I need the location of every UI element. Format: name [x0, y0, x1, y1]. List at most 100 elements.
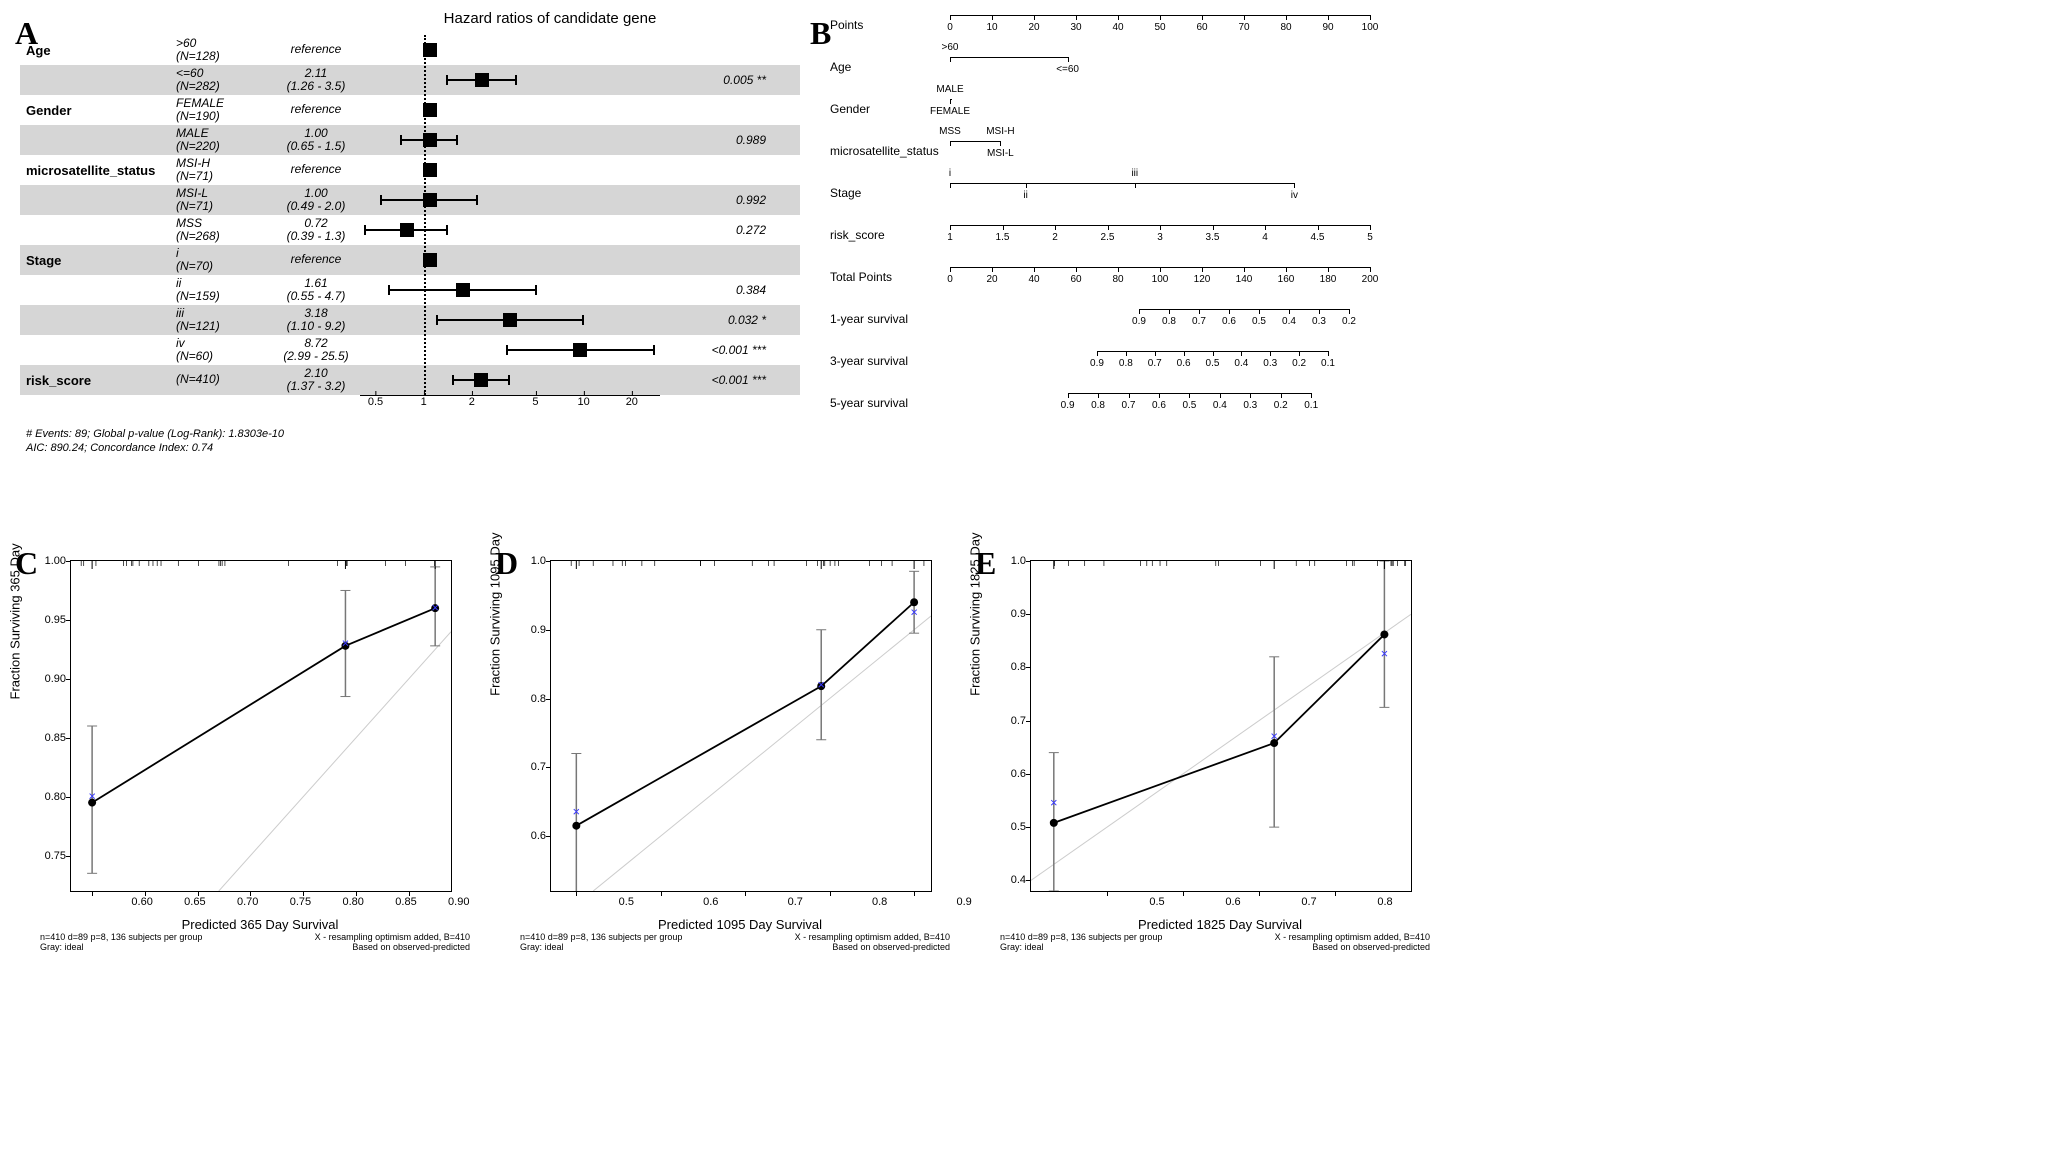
cal-ytick-label: 0.7: [1011, 715, 1026, 727]
nomogram-tick-label: 30: [1070, 22, 1081, 33]
cal-ytick-label: 0.9: [531, 624, 546, 636]
nomogram-tick-label: 0.6: [1177, 358, 1191, 369]
nomogram-row: Stageiiiiiiiv: [830, 178, 1390, 208]
nomogram-tick: [1169, 309, 1170, 314]
nomogram-cat-label: <=60: [1056, 64, 1079, 75]
nomogram-tick: [1294, 183, 1295, 188]
nomogram-tick-label: 2: [1052, 232, 1058, 243]
forest-plot-cell: [366, 335, 666, 365]
forest-footer-1: # Events: 89; Global p-value (Log-Rank):…: [20, 428, 800, 440]
forest-hr: 8.72(2.99 - 25.5): [266, 337, 366, 363]
cal-ytick-label: 0.75: [45, 850, 66, 862]
nomogram-tick-label: 0.4: [1213, 400, 1227, 411]
cal-ytick-label: 0.95: [45, 614, 66, 626]
nomogram-tick-label: 0.9: [1090, 358, 1104, 369]
cal-xtick-label: 0.60: [131, 896, 152, 908]
forest-row: risk_score (N=410) 2.10(1.37 - 3.2) <0.0…: [20, 365, 800, 395]
cal-svg: ×××: [551, 561, 931, 891]
cal-footer-right: X - resampling optimism added, B=410 Bas…: [795, 932, 950, 952]
forest-axis-tick: 10: [578, 396, 590, 408]
svg-text:×: ×: [573, 804, 581, 819]
nomogram-tick-label: 2.5: [1101, 232, 1115, 243]
nomogram-tick: [1328, 351, 1329, 356]
cal-ytick: [546, 836, 551, 837]
nomogram-tick-label: 0.3: [1312, 316, 1326, 327]
cal-xtick-label: 0.6: [703, 896, 718, 908]
cal-xlabel: Predicted 1095 Day Survival: [550, 917, 930, 932]
cal-ytick: [546, 767, 551, 768]
nomogram-tick: [1139, 309, 1140, 314]
nomogram-tick: [1068, 57, 1069, 62]
forest-row: iii(N=121) 3.18(1.10 - 9.2) 0.032 *: [20, 305, 800, 335]
nomogram-tick: [1160, 15, 1161, 20]
nomogram-tick: [1259, 309, 1260, 314]
cal-xtick: [914, 891, 915, 896]
nomogram-cat-label: ii: [1023, 190, 1027, 201]
nomogram-tick-label: 100: [1362, 22, 1379, 33]
nomogram-tick-label: 5: [1367, 232, 1373, 243]
cal-xtick: [356, 891, 357, 896]
nomogram-tick-label: 60: [1196, 22, 1207, 33]
nomogram-tick-label: 4: [1262, 232, 1268, 243]
cal-xtick-label: 0.85: [395, 896, 416, 908]
nomogram-tick-label: 1: [947, 232, 953, 243]
cal-plot-area: ××× 0.75 0.80 0.85 0.90 0.95 1.00 0.60 0…: [70, 560, 452, 892]
forest-point: [475, 73, 489, 87]
nomogram-tick-label: 0.3: [1263, 358, 1277, 369]
nomogram-tick: [1289, 309, 1290, 314]
cal-xlabel: Predicted 1825 Day Survival: [1030, 917, 1410, 932]
nomogram-tick: [1184, 351, 1185, 356]
nomogram-tick-label: 10: [986, 22, 997, 33]
nomogram-label: Total Points: [830, 270, 950, 284]
forest-pval: 0.989: [666, 133, 770, 147]
nomogram-tick: [1118, 267, 1119, 272]
cal-ytick: [66, 561, 71, 562]
cal-xtick-label: 0.6: [1225, 896, 1240, 908]
cal-ytick-label: 0.8: [1011, 661, 1026, 673]
forest-hr: 1.61(0.55 - 4.7): [266, 277, 366, 303]
svg-text:×: ×: [1381, 646, 1389, 661]
forest-hr: 0.72(0.39 - 1.3): [266, 217, 366, 243]
cal-ytick: [1026, 880, 1031, 881]
forest-level: iii(N=121): [176, 307, 266, 333]
svg-text:×: ×: [1050, 795, 1058, 810]
nomogram-tick: [1244, 15, 1245, 20]
forest-row: microsatellite_status MSI-H(N=71) refere…: [20, 155, 800, 185]
nomogram-label: Age: [830, 60, 950, 74]
forest-level: FEMALE(N=190): [176, 97, 266, 123]
cal-xtick: [830, 891, 831, 896]
forest-level: MSI-H(N=71): [176, 157, 266, 183]
nomogram-tick: [1318, 225, 1319, 230]
nomogram-tick: [1244, 267, 1245, 272]
forest-refline: [424, 35, 426, 395]
nomogram-tick: [1034, 15, 1035, 20]
nomogram-tick-label: 1.5: [996, 232, 1010, 243]
forest-pval: 0.992: [666, 193, 770, 207]
nomogram-row: 1-year survival0.90.80.70.60.50.40.30.2: [830, 304, 1390, 334]
cal-xtick: [1107, 891, 1108, 896]
cal-ytick: [66, 679, 71, 680]
forest-plot-cell: [366, 305, 666, 335]
forest-level: ii(N=159): [176, 277, 266, 303]
cal-ytick-label: 0.80: [45, 791, 66, 803]
cal-xtick: [1183, 891, 1184, 896]
nomogram-tick: [1108, 225, 1109, 230]
nomogram-tick-label: 0.5: [1252, 316, 1266, 327]
forest-row: MSI-L(N=71) 1.00(0.49 - 2.0) 0.992: [20, 185, 800, 215]
nomogram-tick: [1055, 225, 1056, 230]
nomogram-tick-label: 200: [1362, 274, 1379, 285]
forest-table: Age >60(N=128) reference <=60(N=282) 2.1…: [20, 35, 800, 395]
nomogram-tick-label: 0.6: [1222, 316, 1236, 327]
cal-xtick: [745, 891, 746, 896]
forest-level: <=60(N=282): [176, 67, 266, 93]
cal-ytick: [66, 797, 71, 798]
nomogram-tick: [1319, 309, 1320, 314]
nomogram-scale: 0.90.80.70.60.50.40.30.20.1: [950, 388, 1390, 418]
nomogram-tick: [1250, 393, 1251, 398]
forest-level: MALE(N=220): [176, 127, 266, 153]
nomogram-tick-label: 0.8: [1119, 358, 1133, 369]
nomogram-tick-label: 0.8: [1091, 400, 1105, 411]
panel-label-B: B: [810, 15, 831, 52]
cal-xtick: [198, 891, 199, 896]
svg-text:×: ×: [817, 677, 825, 692]
